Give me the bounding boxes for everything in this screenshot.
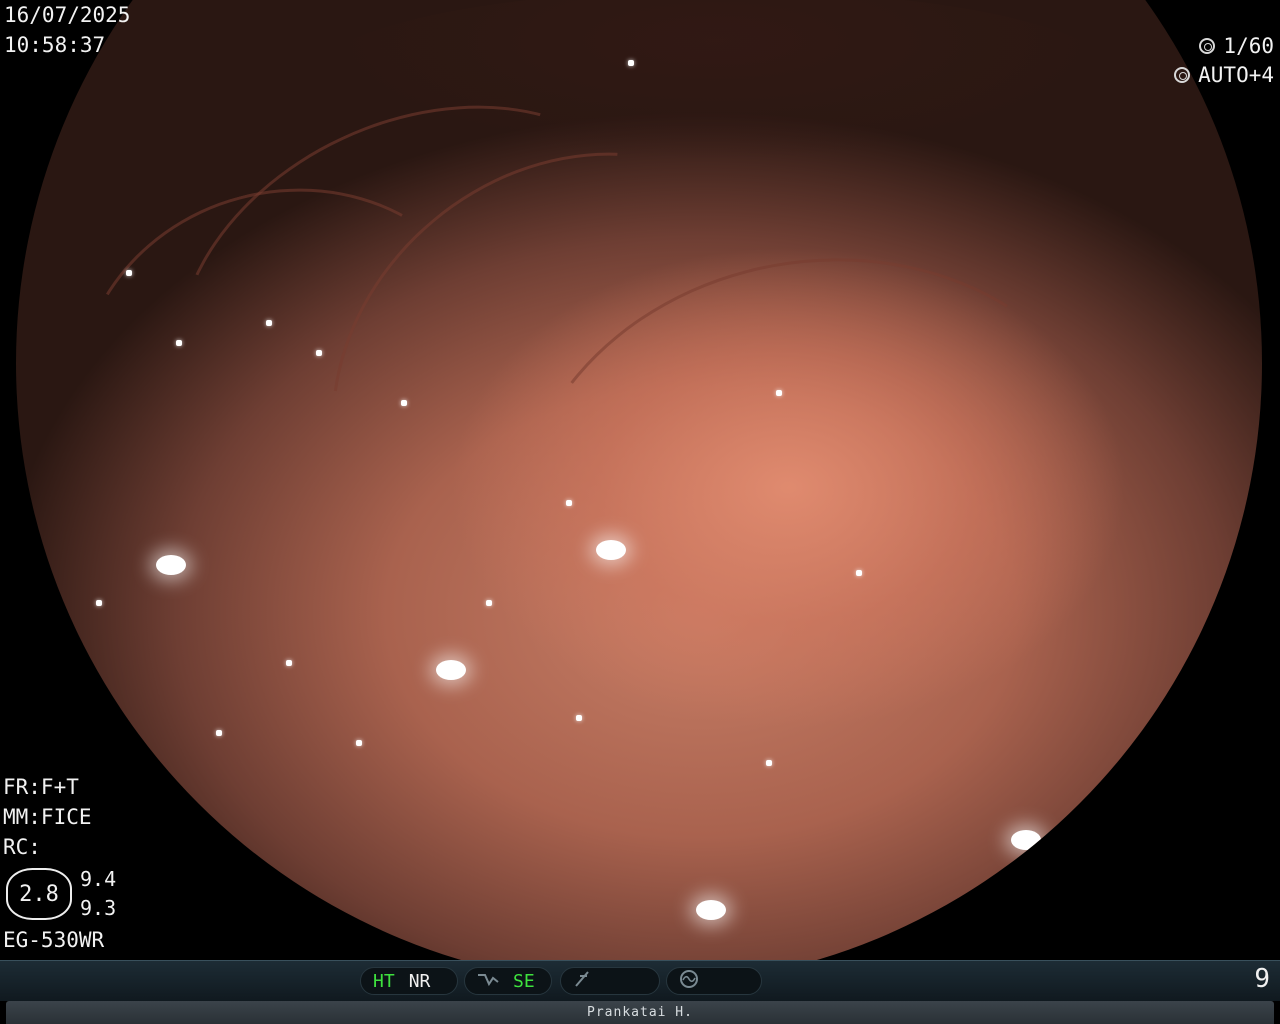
curve-icon [477, 971, 499, 992]
light-reflection [266, 320, 272, 326]
shutter-value: 1/60 [1223, 34, 1274, 58]
endoscopic-image [16, 0, 1262, 986]
fr-setting: FR:F+T [3, 775, 79, 799]
light-reflection [356, 740, 362, 746]
light-reflection [401, 400, 407, 406]
light-reflection [156, 555, 186, 575]
endoscopy-monitor: 16/07/2025 10:58:37 1/60 AUTO+4 FR:F+T M… [0, 0, 1280, 1024]
shutter-readout: 1/60 [1199, 31, 1274, 61]
filter-icon [573, 970, 591, 993]
light-reflection [566, 500, 572, 506]
rc-setting: RC: [3, 835, 41, 859]
light-reflection [176, 340, 182, 346]
light-reflection [696, 900, 726, 920]
aperture-icon [1199, 38, 1216, 54]
light-reflection [1011, 830, 1041, 850]
light-reflection [316, 350, 322, 356]
gain-value: AUTO+4 [1198, 63, 1274, 87]
zoom-badge: 2.8 [6, 868, 72, 920]
image-counter: 9 [1254, 964, 1270, 994]
filter-indicator [560, 967, 660, 995]
zoom-value-b: 9.3 [80, 896, 117, 920]
scope-model: EG-530WR [3, 928, 105, 952]
light-reflection [766, 760, 772, 766]
light-reflection [286, 660, 292, 666]
patient-name: Prankatai H. [587, 1005, 693, 1020]
light-reflection [628, 60, 634, 66]
light-reflection [216, 730, 222, 736]
ht-label: HT [373, 970, 395, 992]
ht-nr-indicator: HT NR [360, 967, 458, 995]
spectrum-indicator [666, 967, 762, 995]
nr-label: NR [408, 970, 431, 992]
light-reflection [96, 600, 102, 606]
zoom-value-a: 9.4 [80, 867, 117, 891]
gain-readout: AUTO+4 [1174, 60, 1274, 90]
wave-circle-icon [679, 969, 699, 994]
mm-setting: MM:FICE [3, 805, 92, 829]
light-reflection [436, 660, 466, 680]
date-readout: 16/07/2025 [4, 3, 131, 27]
light-reflection [596, 540, 626, 560]
patient-name-bar: Prankatai H. [6, 1001, 1274, 1024]
light-reflection [486, 600, 492, 606]
light-reflection [856, 570, 862, 576]
se-label: SE [513, 970, 535, 992]
time-readout: 10:58:37 [4, 33, 106, 57]
gain-icon [1174, 67, 1191, 83]
light-reflection [576, 715, 582, 721]
se-indicator: SE [464, 967, 552, 995]
status-bar: HT NR SE [0, 960, 1280, 1001]
light-reflection [776, 390, 782, 396]
light-reflection [1066, 820, 1072, 826]
light-reflection [126, 270, 132, 276]
